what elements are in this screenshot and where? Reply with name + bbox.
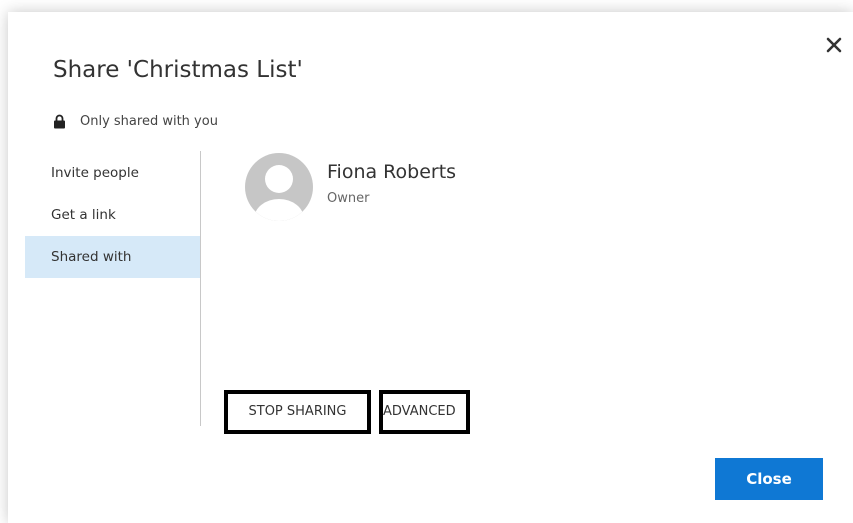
nav-item-get-a-link[interactable]: Get a link xyxy=(25,194,200,236)
stop-sharing-button[interactable]: STOP SHARING xyxy=(224,390,371,434)
default-avatar-icon xyxy=(245,153,313,221)
close-button[interactable]: Close xyxy=(715,458,823,500)
person-role: Owner xyxy=(327,191,370,206)
advanced-button[interactable]: ADVANCED xyxy=(379,390,470,434)
close-icon[interactable] xyxy=(825,36,843,54)
person-name: Fiona Roberts xyxy=(327,161,457,183)
nav-divider xyxy=(200,151,201,426)
privacy-label: Only shared with you xyxy=(80,113,218,129)
share-nav: Invite people Get a link Shared with xyxy=(25,152,200,278)
dialog-title: Share 'Christmas List' xyxy=(53,57,303,83)
lock-icon xyxy=(53,114,66,129)
privacy-status: Only shared with you xyxy=(53,111,218,131)
nav-item-shared-with[interactable]: Shared with xyxy=(25,236,200,278)
nav-item-invite-people[interactable]: Invite people xyxy=(25,152,200,194)
